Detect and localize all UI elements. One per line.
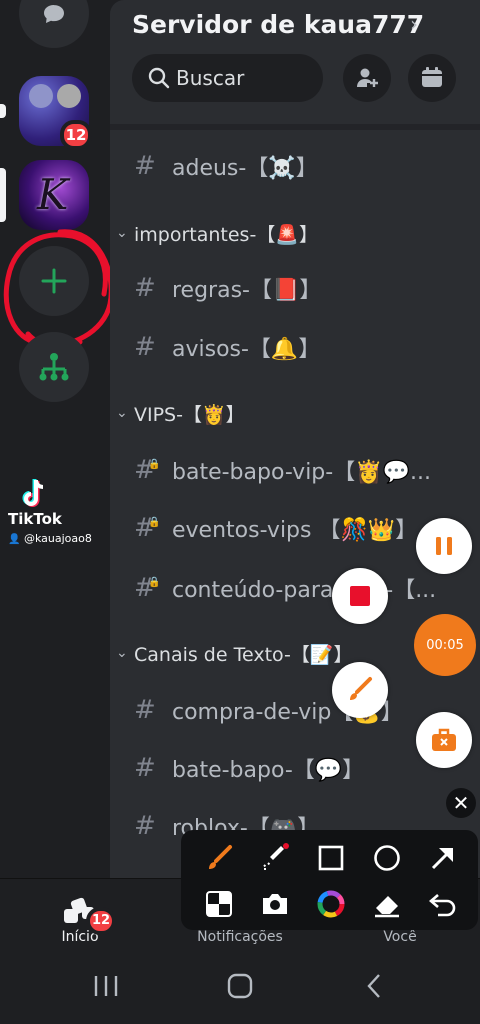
pen-icon: [209, 845, 232, 869]
screenshot-tool[interactable]: [255, 884, 295, 924]
brush-button[interactable]: [332, 662, 388, 718]
discover-button[interactable]: [19, 332, 89, 402]
channel-conteudo-para-vips[interactable]: # 🔒 conteúdo-para-vips-【...: [134, 570, 436, 606]
discord-app: 12 K TikTok 👤 @kauajoao8 Servidor de kau…: [0, 0, 480, 1024]
channel-name: bate-bapo-【💬】: [172, 758, 365, 783]
rectangle-tool[interactable]: [311, 838, 351, 878]
mosaic-icon: [206, 891, 232, 917]
arrow-tool[interactable]: [423, 838, 463, 878]
system-navigation-bar: [0, 960, 480, 1024]
circle-icon: [374, 845, 400, 871]
category-importantes[interactable]: ⌄ importantes-【🚨】: [116, 218, 318, 248]
mosaic-tool[interactable]: [199, 884, 239, 924]
undo-tool[interactable]: [423, 884, 463, 924]
nav-you-label: Você: [383, 929, 417, 945]
home-system-icon[interactable]: [226, 972, 254, 1000]
recording-timer[interactable]: 00:05: [414, 614, 476, 676]
hash-icon: #: [134, 753, 156, 783]
add-member-icon: [357, 68, 378, 87]
hash-icon: #: [134, 695, 156, 725]
tiktok-username: 👤 @kauajoao8: [8, 532, 92, 545]
chevron-down-icon: ⌄: [116, 405, 128, 421]
chevron-down-icon: ⌄: [116, 225, 128, 241]
mention-badge: 12: [60, 120, 92, 150]
category-name: VIPS-【👸】: [134, 403, 245, 426]
server-title[interactable]: Servidor de kaua777: [132, 10, 424, 39]
chat-bubble-icon: [44, 5, 64, 23]
channel-name: conteúdo-para-vips-【...: [172, 578, 437, 603]
channel-bate-bapo-vip[interactable]: # 🔒 bate-bapo-vip-【👸💬...: [134, 452, 431, 488]
brush-icon: [350, 677, 372, 700]
channel-name: adeus-【☠️】: [172, 156, 318, 181]
header-divider: [110, 124, 480, 130]
square-icon: [318, 845, 344, 871]
eraser-icon: [375, 896, 399, 918]
channel-name: avisos-【🔔】: [172, 337, 321, 362]
pause-icon: [436, 537, 452, 555]
tiktok-brand: TikTok: [8, 510, 62, 528]
channel-eventos-vips[interactable]: # 🔒 eventos-vips 【🎊👑】: [134, 510, 417, 546]
highlighter-icon: [263, 843, 289, 870]
channel-regras[interactable]: # regras-【📕】: [134, 270, 321, 306]
nav-home[interactable]: 12 Início: [20, 887, 140, 945]
server-avatar-mini: [29, 84, 53, 108]
locked-hash-icon: # 🔒: [134, 573, 161, 603]
chevron-right-icon[interactable]: ›: [410, 12, 418, 36]
calendar-icon: [422, 67, 442, 87]
unread-indicator: [0, 104, 6, 118]
search-icon: [148, 67, 170, 89]
channel-name: eventos-vips 【🎊👑】: [172, 518, 418, 543]
back-icon[interactable]: [364, 972, 384, 1000]
recent-apps-icon[interactable]: [92, 974, 120, 998]
channel-adeus[interactable]: # adeus-【☠️】: [134, 148, 318, 184]
stop-recording-button[interactable]: [332, 568, 388, 624]
close-icon: ✕: [452, 791, 470, 815]
camera-icon: [263, 894, 287, 914]
category-name: importantes-【🚨】: [134, 223, 318, 246]
channel-name: regras-【📕】: [172, 278, 322, 303]
search-bar[interactable]: Buscar: [132, 54, 323, 102]
search-label: Buscar: [176, 66, 245, 90]
hub-tree-icon: [39, 353, 69, 381]
drawing-toolbar: [181, 830, 478, 930]
circle-tool[interactable]: [367, 838, 407, 878]
highlighter-tool[interactable]: [255, 838, 295, 878]
nav-notifications-label: Notificações: [197, 929, 283, 945]
user-icon: 👤: [8, 534, 21, 545]
category-vips[interactable]: ⌄ VIPS-【👸】: [116, 398, 245, 428]
hash-icon: #: [134, 273, 156, 303]
locked-hash-icon: # 🔒: [134, 455, 161, 485]
eraser-tool[interactable]: [367, 884, 407, 924]
channel-name: bate-bapo-vip-【👸💬...: [172, 460, 431, 485]
toolbox-icon: [432, 728, 456, 751]
direct-messages-button[interactable]: [19, 0, 89, 48]
close-drawing-button[interactable]: ✕: [446, 788, 476, 818]
locked-hash-icon: # 🔒: [134, 513, 161, 543]
nav-home-label: Início: [61, 929, 99, 945]
arrow-icon: [431, 848, 453, 870]
stop-icon: [350, 586, 370, 606]
channel-avisos[interactable]: # avisos-【🔔】: [134, 329, 320, 365]
server-rail: 12 K TikTok 👤 @kauajoao8: [0, 0, 114, 880]
hash-icon: #: [134, 811, 156, 841]
pen-tool[interactable]: [199, 838, 239, 878]
undo-icon: [429, 894, 456, 917]
tiktok-logo-icon: [22, 479, 44, 507]
pause-recording-button[interactable]: [416, 518, 472, 574]
category-name: Canais de Texto-【📝】: [134, 643, 353, 666]
hash-icon: #: [134, 332, 156, 362]
server-avatar-mini: [57, 84, 81, 108]
toolbox-button[interactable]: [416, 712, 472, 768]
chevron-down-icon: ⌄: [116, 645, 128, 661]
color-wheel-icon: [317, 890, 345, 918]
category-canais-de-texto[interactable]: ⌄ Canais de Texto-【📝】: [116, 638, 353, 668]
home-badge: 12: [86, 907, 116, 935]
hash-icon: #: [134, 151, 156, 181]
invite-members-button[interactable]: [343, 54, 391, 102]
events-button[interactable]: [408, 54, 456, 102]
color-picker-tool[interactable]: [311, 884, 351, 924]
channel-bate-bapo[interactable]: # bate-bapo-【💬】: [134, 750, 364, 786]
